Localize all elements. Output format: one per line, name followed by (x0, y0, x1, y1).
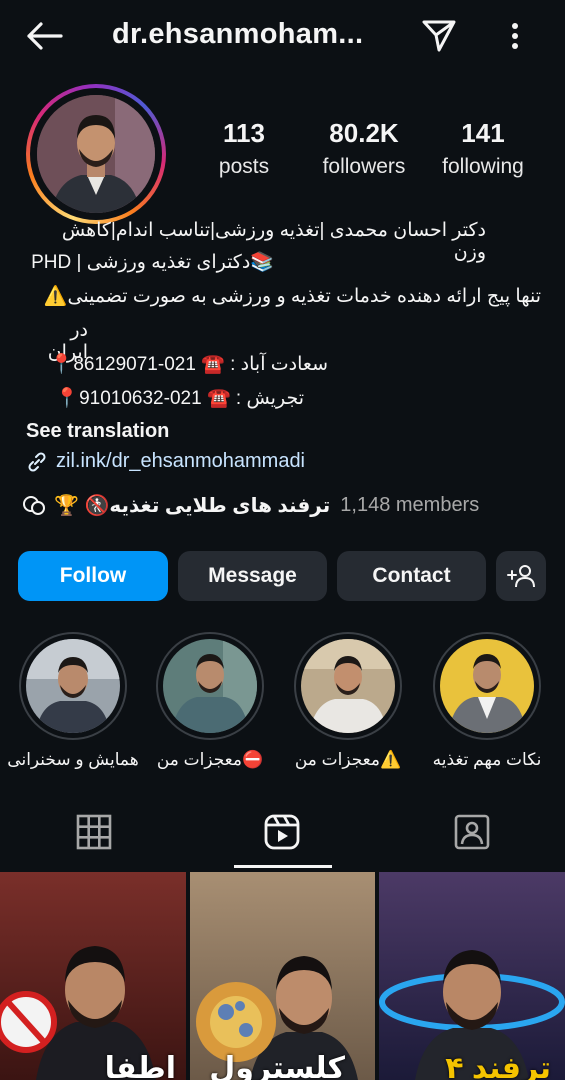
followers-label: followers (322, 155, 406, 178)
tagged-icon[interactable] (452, 812, 492, 852)
profile-tabs (0, 800, 565, 870)
highlight-item[interactable]: همایش و سخنرانی (3, 632, 143, 770)
bio-line: سعادت آباد : ☎️ 021-86129071📍 (49, 354, 328, 375)
avatar (37, 95, 155, 213)
highlight-cover (440, 639, 534, 733)
add-user-button[interactable] (496, 551, 546, 601)
link-text: zil.ink/dr_ehsanmohammadi (56, 450, 306, 472)
add-person-icon (507, 565, 535, 588)
posts-count: 113 (223, 118, 265, 148)
highlight-label: ⚠️معجزات من (294, 750, 402, 769)
highlight-cover (163, 639, 257, 733)
highlight-label: نکات مهم تغذیه (432, 750, 542, 769)
message-button[interactable]: Message (178, 551, 327, 601)
highlight-cover (26, 639, 120, 733)
external-link[interactable]: zil.ink/dr_ehsanmohammadi (26, 450, 305, 473)
highlight-item[interactable]: ⛔معجزات من (140, 632, 280, 770)
posts-label: posts (218, 155, 270, 178)
highlight-label: ⛔معجزات من (156, 750, 264, 769)
highlight-item[interactable]: ⚠️معجزات من (278, 632, 418, 770)
profile-username: dr.ehsanmoham... (112, 18, 364, 50)
bio-line: PHD | دکترای تغذیه ورزشی📚 (31, 252, 274, 273)
grid-icon[interactable] (74, 812, 114, 852)
chat-bubbles-icon (23, 495, 45, 515)
contact-button[interactable]: Contact (337, 551, 486, 601)
broadcast-channel[interactable]: ترفند های طلایی تغذیه🚷 🏆 1,148 members (22, 493, 479, 518)
post-thumbnail[interactable]: ۴ ترفند (379, 872, 565, 1080)
story-ring[interactable] (26, 84, 166, 224)
highlight-item[interactable]: نکات مهم تغذیه (417, 632, 557, 770)
post-thumbnail[interactable]: اطفا (0, 872, 186, 1080)
post-thumbnail[interactable]: کلسترول (190, 872, 375, 1080)
follow-button[interactable]: Follow (18, 551, 168, 601)
highlight-cover (301, 639, 395, 733)
arrow-left-icon[interactable] (24, 20, 64, 52)
paper-plane-icon[interactable] (420, 16, 458, 54)
following-stat[interactable]: 141 following (423, 118, 543, 179)
reels-icon[interactable] (262, 812, 302, 852)
link-icon (28, 451, 46, 472)
channel-members: 1,148 members (340, 494, 480, 516)
top-bar: dr.ehsanmoham... (0, 0, 565, 72)
post-caption: ۴ ترفند (445, 1052, 551, 1080)
see-translation-link[interactable]: See translation (26, 420, 169, 443)
following-count: 141 (461, 118, 505, 148)
post-caption: اطفا (104, 1052, 176, 1080)
bio-line: تنها پیج ارائه دهنده خدمات تغذیه و ورزشی… (43, 286, 541, 307)
active-tab-indicator (234, 865, 332, 868)
following-label: following (442, 155, 524, 178)
highlight-label: همایش و سخنرانی (7, 750, 139, 769)
followers-stat[interactable]: 80.2K followers (304, 118, 424, 179)
bio-line: تجریش : ☎️ 021-91010632📍 (55, 388, 304, 409)
channel-name: ترفند های طلایی تغذیه🚷 🏆 (54, 495, 331, 517)
vertical-ellipsis-icon[interactable] (500, 18, 530, 54)
posts-stat[interactable]: 113 posts (184, 118, 304, 179)
post-caption: کلسترول (209, 1052, 345, 1080)
followers-count: 80.2K (329, 118, 399, 148)
